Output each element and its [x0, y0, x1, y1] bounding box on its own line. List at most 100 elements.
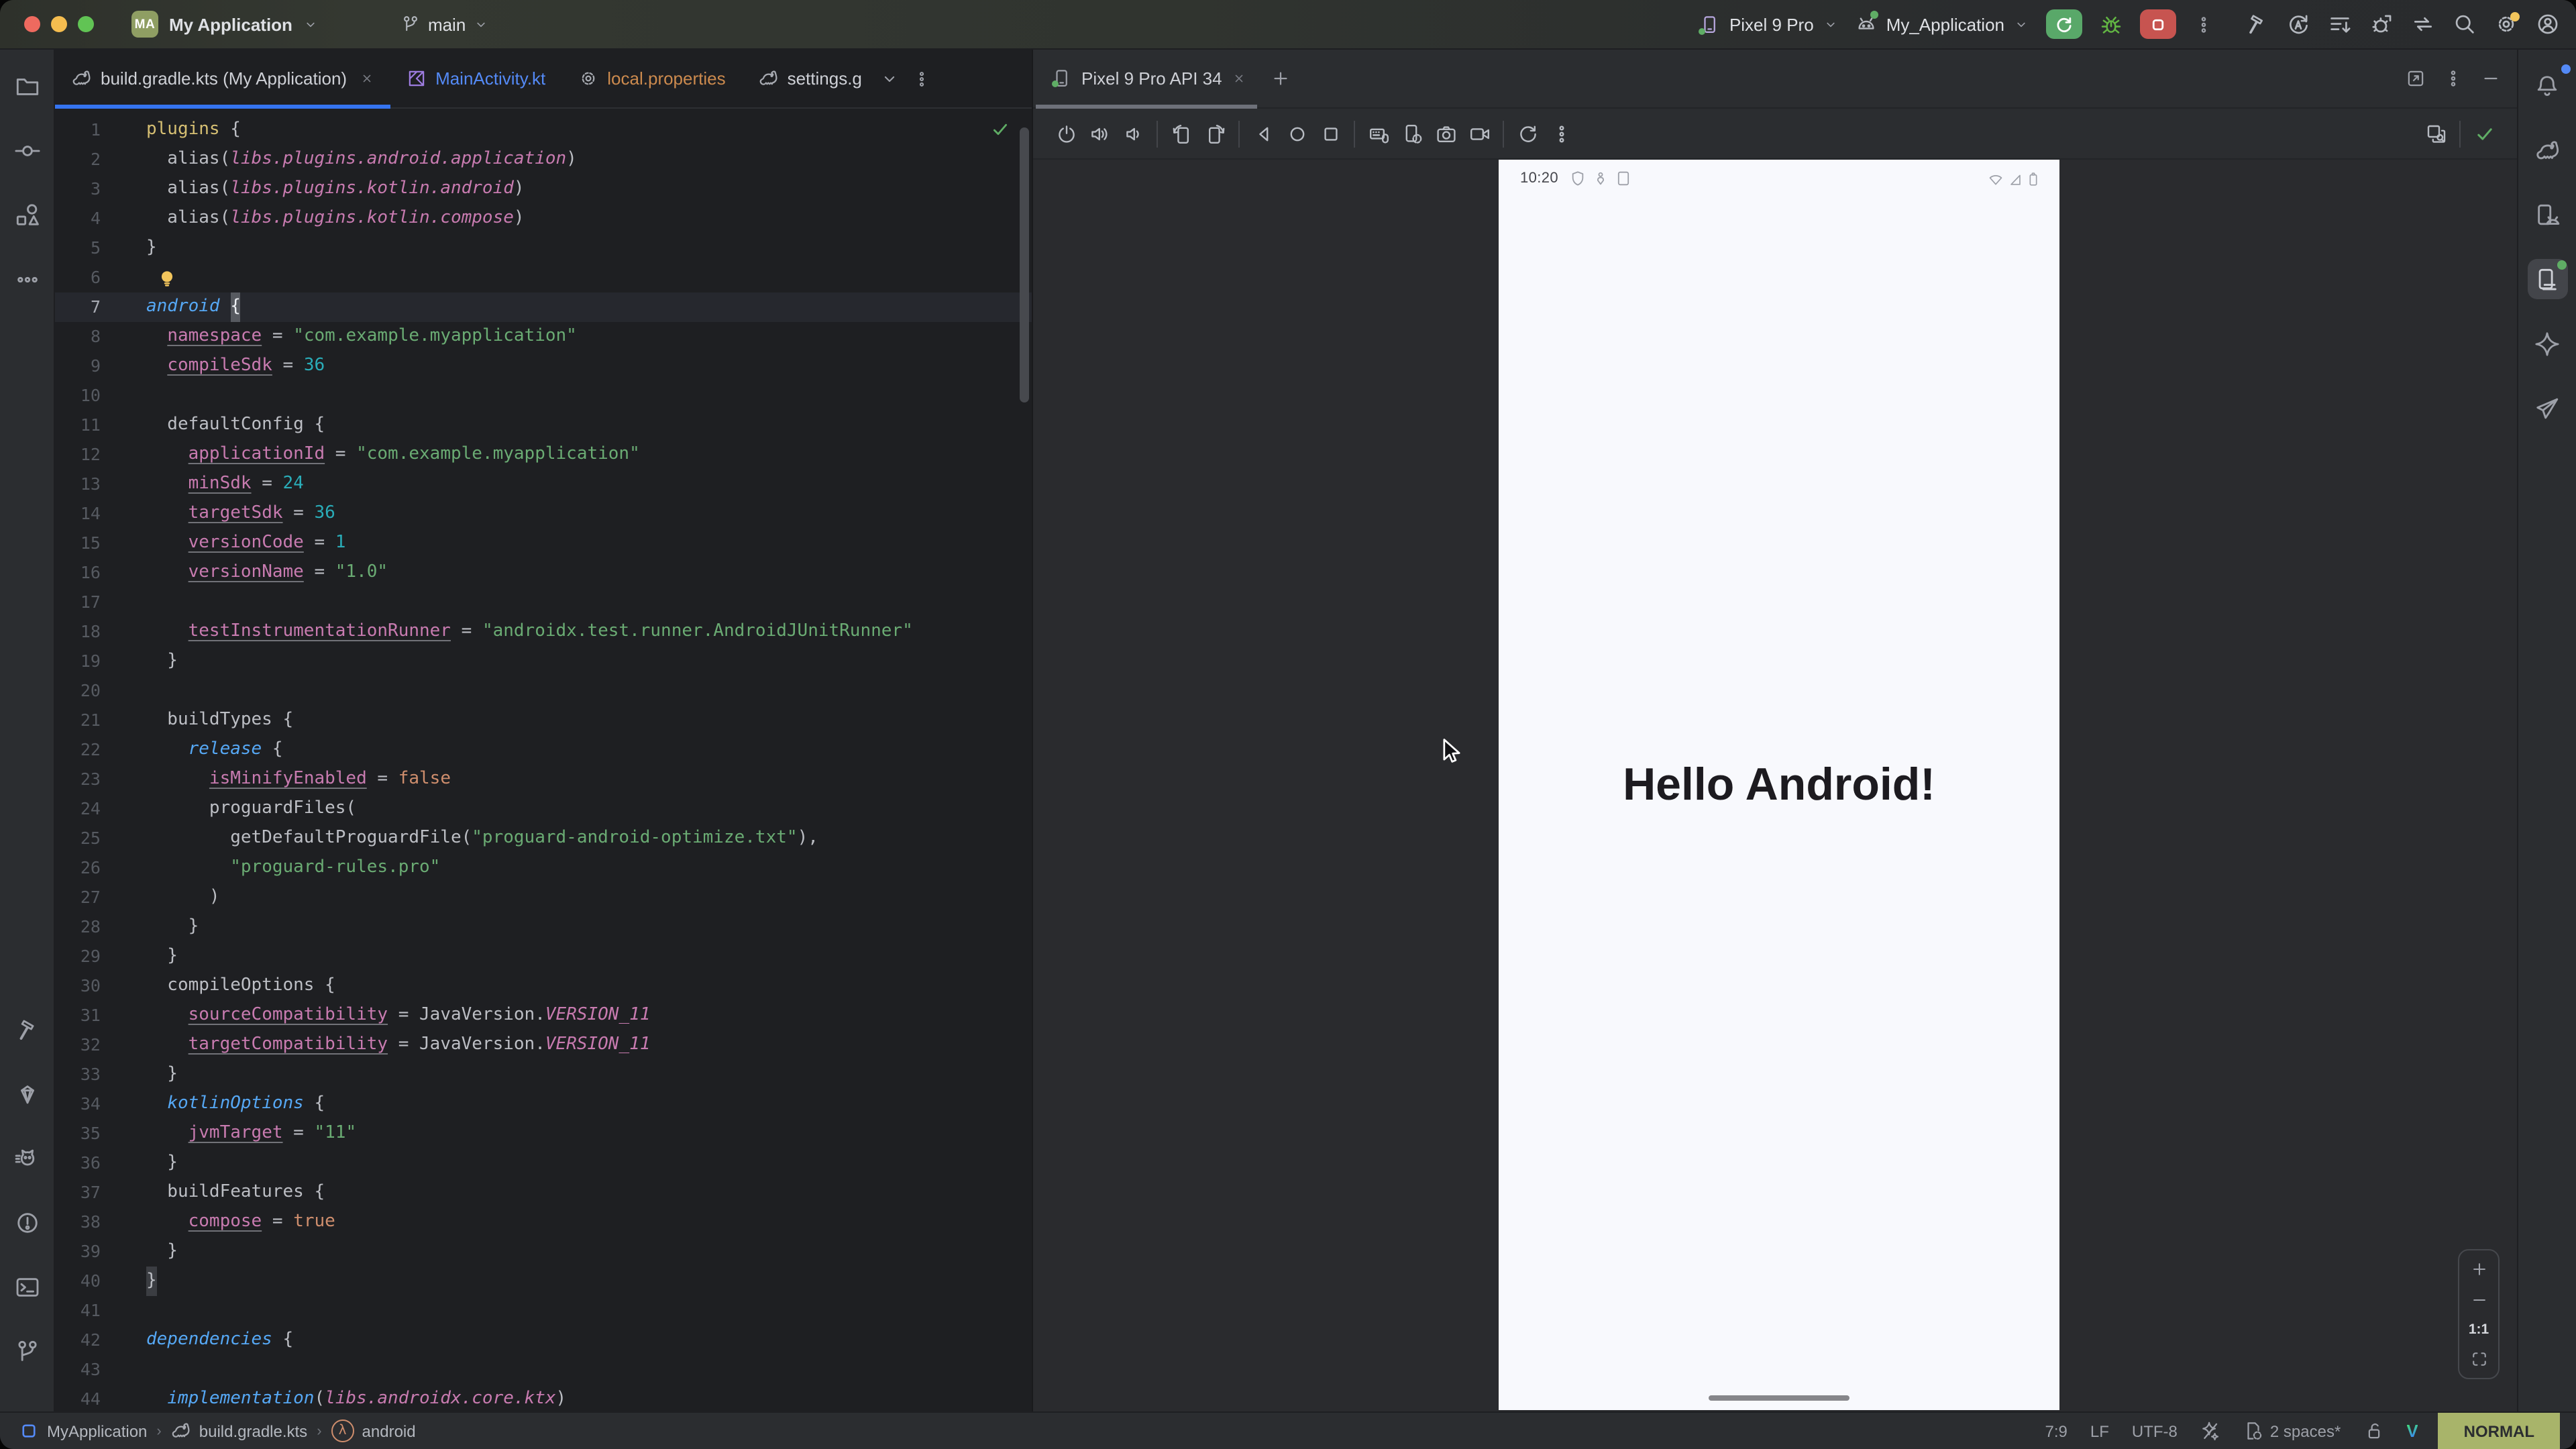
project-widget[interactable]: MA My Application: [131, 11, 318, 38]
code-line-7[interactable]: 7android {: [55, 292, 1032, 322]
code-line-15[interactable]: 15 versionCode = 1: [55, 529, 1032, 558]
code-line-21[interactable]: 21 buildTypes {: [55, 706, 1032, 735]
device-selector[interactable]: Pixel 9 Pro: [1700, 14, 1838, 34]
code-line-26[interactable]: 26 "proguard-rules.pro": [55, 853, 1032, 883]
code-line-10[interactable]: 10: [55, 381, 1032, 411]
logcat-icon[interactable]: [7, 1138, 47, 1178]
code-line-12[interactable]: 12 applicationId = "com.example.myapplic…: [55, 440, 1032, 470]
profile-pin-icon[interactable]: [1592, 170, 1608, 186]
close-icon[interactable]: [356, 71, 374, 86]
device-manager-icon[interactable]: [2527, 195, 2567, 235]
sync-icon[interactable]: [2286, 12, 2310, 36]
inspection-status-icon[interactable]: [990, 119, 1010, 140]
screenshot-icon[interactable]: [1435, 123, 1456, 144]
close-window-button[interactable]: [24, 16, 40, 32]
rerun-button[interactable]: [2046, 9, 2082, 39]
commit-icon[interactable]: [7, 130, 47, 170]
zoom-window-button[interactable]: [78, 16, 94, 32]
device-settings-icon[interactable]: [1401, 123, 1423, 144]
line-separator-widget[interactable]: LF: [2090, 1421, 2109, 1440]
version-control-icon[interactable]: [7, 1331, 47, 1371]
encoding-widget[interactable]: UTF-8: [2132, 1421, 2178, 1440]
rotate-left-icon[interactable]: [1171, 123, 1192, 144]
hide-icon[interactable]: [2481, 68, 2501, 89]
code-line-5[interactable]: 5}: [55, 233, 1032, 263]
code-line-38[interactable]: 38 compose = true: [55, 1208, 1032, 1237]
minimize-window-button[interactable]: [51, 16, 67, 32]
gemini-icon[interactable]: [2527, 323, 2567, 364]
ideavim-icon[interactable]: V: [2406, 1421, 2418, 1441]
code-line-25[interactable]: 25 getDefaultProguardFile("proguard-andr…: [55, 824, 1032, 853]
code-line-14[interactable]: 14 targetSdk = 36: [55, 499, 1032, 529]
caret-position-widget[interactable]: 7:9: [2045, 1421, 2068, 1440]
code-line-30[interactable]: 30 compileOptions {: [55, 971, 1032, 1001]
code-line-8[interactable]: 8 namespace = "com.example.myapplication…: [55, 322, 1032, 352]
ai-assistant-off-icon[interactable]: [2200, 1421, 2220, 1441]
stop-button[interactable]: [2140, 9, 2176, 39]
task-list-icon[interactable]: [2328, 12, 2352, 36]
breadcrumb-item[interactable]: MyApplication: [19, 1421, 147, 1441]
code-line-40[interactable]: 40}: [55, 1267, 1032, 1296]
code-line-33[interactable]: 33 }: [55, 1060, 1032, 1089]
unlock-icon[interactable]: [2363, 1421, 2383, 1441]
new-tab-icon[interactable]: [1271, 68, 1291, 89]
search-icon[interactable]: [2453, 12, 2477, 36]
code-line-36[interactable]: 36 }: [55, 1148, 1032, 1178]
overview-icon[interactable]: [1320, 123, 1341, 144]
code-line-44[interactable]: 44 implementation(libs.androidx.core.ktx…: [55, 1385, 1032, 1411]
more-icon[interactable]: [7, 259, 47, 299]
phone-navigation-handle[interactable]: [1709, 1395, 1849, 1401]
code-line-43[interactable]: 43: [55, 1355, 1032, 1385]
volume-down-icon[interactable]: [1122, 123, 1144, 144]
code-line-35[interactable]: 35 jvmTarget = "11": [55, 1119, 1032, 1148]
code-line-28[interactable]: 28 }: [55, 912, 1032, 942]
code-line-18[interactable]: 18 testInstrumentationRunner = "androidx…: [55, 617, 1032, 647]
build-icon[interactable]: [2245, 12, 2269, 36]
code-line-9[interactable]: 9 compileSdk = 36: [55, 352, 1032, 381]
shield-icon[interactable]: [1569, 170, 1585, 186]
vim-mode-badge[interactable]: NORMAL: [2438, 1413, 2560, 1449]
profiler-icon[interactable]: [2369, 12, 2394, 36]
hardware-input-icon[interactable]: [1368, 123, 1389, 144]
wifi-icon[interactable]: [1988, 171, 2003, 186]
code-line-19[interactable]: 19 }: [55, 647, 1032, 676]
code-line-23[interactable]: 23 isMinifyEnabled = false: [55, 765, 1032, 794]
a-badge-icon[interactable]: [1615, 170, 1631, 186]
code-line-6[interactable]: 6: [55, 263, 1032, 292]
back-icon[interactable]: [1252, 123, 1274, 144]
breadcrumb-item[interactable]: build.gradle.kts: [171, 1421, 307, 1441]
volume-up-icon[interactable]: [1089, 123, 1110, 144]
notifications-icon[interactable]: [2527, 66, 2567, 106]
code-line-22[interactable]: 22 release {: [55, 735, 1032, 765]
battery-icon[interactable]: [2026, 171, 2041, 186]
zoom-ratio-button[interactable]: 1:1: [2469, 1322, 2489, 1338]
app-quality-insights-icon[interactable]: [2527, 388, 2567, 428]
code-line-42[interactable]: 42dependencies {: [55, 1326, 1032, 1355]
home-icon[interactable]: [1286, 123, 1307, 144]
power-icon[interactable]: [1055, 123, 1077, 144]
more-vertical-icon[interactable]: [2443, 68, 2463, 89]
code-line-29[interactable]: 29 }: [55, 942, 1032, 971]
resource-manager-icon[interactable]: [7, 195, 47, 235]
editor-tab-1[interactable]: build.gradle.kts (My Application): [55, 50, 390, 107]
health-check-icon[interactable]: [2473, 123, 2495, 144]
code-line-32[interactable]: 32 targetCompatibility = JavaVersion.VER…: [55, 1030, 1032, 1060]
insights-diamond-icon[interactable]: [7, 1073, 47, 1114]
editor-scrollbar[interactable]: [1020, 127, 1029, 402]
code-line-24[interactable]: 24 proguardFiles(: [55, 794, 1032, 824]
layout-inspector-icon[interactable]: [2425, 123, 2447, 144]
quickfix-bulb-icon[interactable]: [157, 268, 177, 288]
code-line-16[interactable]: 16 versionName = "1.0": [55, 558, 1032, 588]
code-line-1[interactable]: 1plugins {: [55, 115, 1032, 145]
fit-to-window-icon[interactable]: [2469, 1350, 2488, 1368]
vcs-branch-widget[interactable]: main: [401, 14, 488, 34]
code-editor[interactable]: 1plugins {2 alias(libs.plugins.android.a…: [55, 109, 1032, 1411]
chevron-down-icon[interactable]: [881, 69, 900, 88]
code-line-4[interactable]: 4 alias(libs.plugins.kotlin.compose): [55, 204, 1032, 233]
code-line-13[interactable]: 13 minSdk = 24: [55, 470, 1032, 499]
emulator-tab[interactable]: Pixel 9 Pro API 34: [1033, 50, 1260, 107]
project-icon[interactable]: [7, 66, 47, 106]
running-devices-icon[interactable]: [2527, 259, 2567, 299]
run-configuration-selector[interactable]: My_Application: [1856, 13, 2029, 35]
breadcrumb-item[interactable]: λandroid: [331, 1419, 416, 1442]
